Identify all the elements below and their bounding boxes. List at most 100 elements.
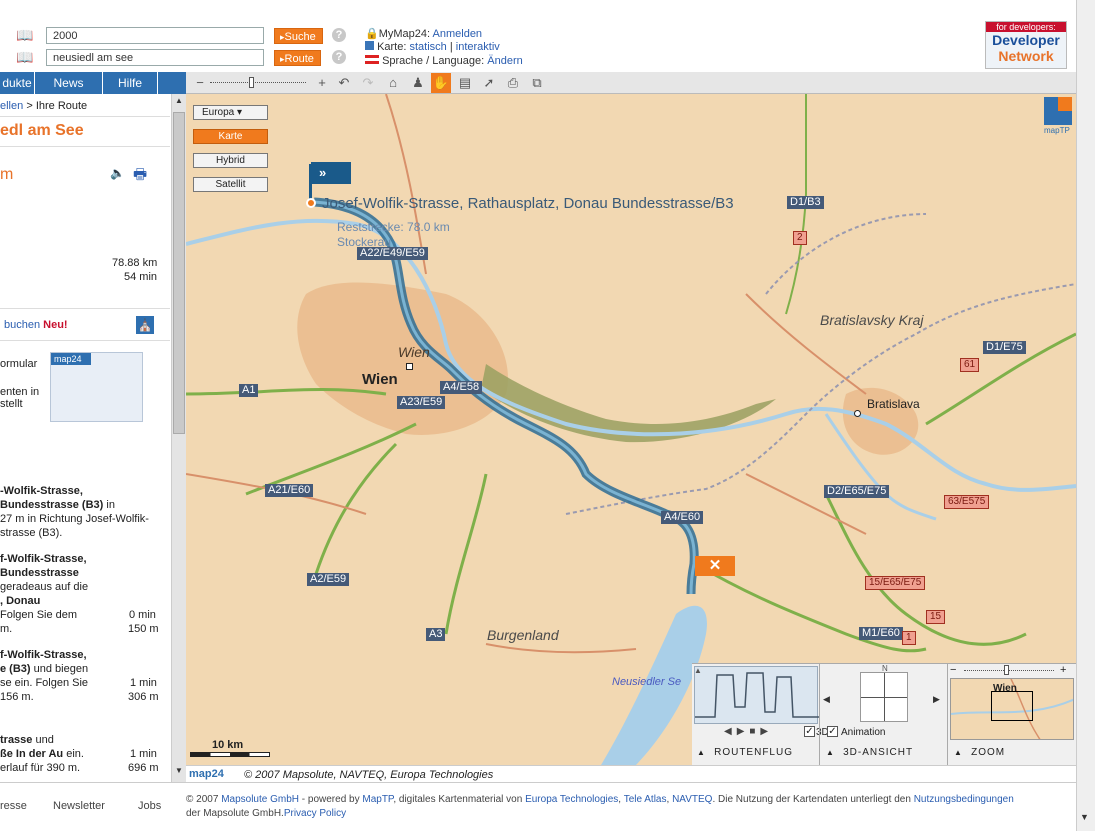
profile-line (695, 672, 819, 718)
3d-view-compass[interactable]: N (842, 664, 942, 724)
map-type-karte[interactable]: Karte (193, 129, 268, 144)
rotate-right-icon[interactable]: ▶ (933, 694, 940, 705)
footer-legal-line2: der Mapsolute GmbH.Privacy Policy (186, 808, 347, 819)
footer-jobs-link[interactable]: Jobs (138, 800, 161, 812)
rotate-left-icon[interactable]: ◀ (823, 694, 830, 705)
scroll-down-arrow[interactable]: ▼ (173, 766, 185, 778)
speaker-icon[interactable]: 🔈 (110, 166, 125, 180)
footer-legal-line1: © 2007 Mapsolute GmbH - powered by MapTP… (186, 794, 1014, 805)
select-arrow-icon[interactable]: ➚ (479, 73, 499, 93)
browser-scrollbar[interactable]: ▼ (1076, 0, 1095, 831)
step3-time: 1 min (130, 677, 157, 689)
from-input[interactable] (46, 27, 264, 44)
road-label: 1 (902, 631, 916, 645)
road-label: A22/E49/E59 (357, 247, 428, 260)
scroll-thumb[interactable] (173, 112, 185, 434)
breadcrumb-prev[interactable]: ellen (0, 100, 23, 112)
redo-icon[interactable]: ↷ (358, 73, 378, 93)
search-button[interactable]: Suche (274, 28, 323, 44)
step1-line: -Wolfik-Strasse, (0, 485, 83, 497)
footer-newsletter-link[interactable]: Newsletter (53, 800, 105, 812)
nav-produkte[interactable]: dukte (0, 72, 35, 94)
step4-line: ße In der Au ein. (0, 748, 84, 760)
map-type-hybrid[interactable]: Hybrid (193, 153, 268, 168)
hotel-icon[interactable]: ⛪ (136, 316, 154, 334)
zoom-out-icon[interactable]: − (190, 73, 210, 93)
privacy-link[interactable]: Privacy Policy (284, 808, 346, 819)
nav-news[interactable]: News (35, 72, 103, 94)
start-flag-icon[interactable]: » (311, 162, 351, 184)
route-playback-controls[interactable]: ◀▶■▶ (724, 726, 773, 737)
home-icon[interactable]: ⌂ (383, 73, 403, 93)
mini-zoom-slider[interactable] (964, 670, 1054, 671)
left-scrollbar[interactable]: ▲ ▼ (171, 94, 186, 782)
form-text: stellt (0, 398, 23, 410)
static-link[interactable]: statisch (409, 41, 446, 53)
divider (0, 308, 170, 309)
step2-line: , Donau (0, 595, 41, 607)
login-link[interactable]: Anmelden (433, 28, 483, 40)
label-wien-italic: Wien (398, 344, 430, 360)
print-icon[interactable]: ⎙ (503, 73, 523, 93)
overview-map[interactable]: Wien (950, 678, 1074, 740)
teleatlas-link[interactable]: Tele Atlas (624, 794, 667, 805)
help-icon[interactable]: ? (332, 28, 346, 42)
pan-hand-icon[interactable]: ✋ (431, 73, 451, 93)
undo-icon[interactable]: ↶ (334, 73, 354, 93)
road-label: 2 (793, 231, 807, 245)
footer-presse-link[interactable]: resse (0, 800, 27, 812)
destination-flag-icon[interactable]: ✕ (695, 556, 735, 576)
print-icon[interactable]: 🖶 (133, 164, 147, 189)
window-icon[interactable]: ⧉ (527, 73, 547, 93)
terms-link[interactable]: Nutzungsbedingungen (914, 794, 1014, 805)
zoom-slider[interactable] (210, 82, 306, 83)
compass-box[interactable] (860, 672, 908, 722)
mini-zoom-out-icon[interactable]: − (950, 664, 956, 676)
browser-scroll-down-arrow[interactable]: ▼ (1080, 812, 1089, 822)
hotel-booking-link[interactable]: buchen Neu! (4, 319, 68, 331)
map-copyright-bar: map24 © 2007 Mapsolute, NAVTEQ, Europa T… (186, 765, 1076, 783)
road-label: 15/E65/E75 (865, 576, 926, 590)
europa-link[interactable]: Europa Technologies (525, 794, 618, 805)
measure-icon[interactable]: ▤ (455, 73, 475, 93)
change-language-link[interactable]: Ändern (487, 55, 522, 67)
region-select[interactable]: Europa ▾ (193, 105, 268, 120)
step4-line: trasse und (0, 734, 54, 746)
maptp-link[interactable]: MapTP (362, 794, 393, 805)
checkbox-animation[interactable]: ✓ (827, 726, 838, 737)
route-panel-footer[interactable]: ▲ ROUTENFLUG (697, 746, 793, 758)
scroll-up-arrow[interactable]: ▲ (173, 96, 185, 108)
footer: resse Newsletter Jobs © 2007 Mapsolute G… (0, 782, 1076, 831)
nav-hilfe[interactable]: Hilfe (103, 72, 158, 94)
zoom-in-icon[interactable]: + (312, 73, 332, 93)
map-type-satellit[interactable]: Satellit (193, 177, 268, 192)
start-marker[interactable] (306, 198, 316, 208)
zoom-slider-handle[interactable] (249, 77, 254, 88)
divider (0, 340, 170, 341)
route-title: edl am See (0, 122, 84, 139)
zoom-panel-footer[interactable]: ▲ ZOOM (954, 746, 1005, 758)
mini-zoom-handle[interactable] (1004, 665, 1009, 675)
route-play-start-icon[interactable]: ▲ (694, 666, 702, 675)
region-bratislavsky: Bratislavsky Kraj (820, 312, 924, 328)
developer-network-banner[interactable]: for developers: Developer Network (985, 21, 1067, 69)
mini-zoom-in-icon[interactable]: + (1060, 664, 1066, 676)
map24-form-thumbnail[interactable]: map24 (50, 352, 143, 422)
navteq-link[interactable]: NAVTEQ (672, 794, 712, 805)
checkbox-3d[interactable]: ✓ (804, 726, 815, 737)
map-canvas[interactable]: Europa ▾ Karte Hybrid Satellit » Josef-W… (186, 94, 1076, 765)
to-input[interactable] (46, 49, 264, 66)
region-burgenland: Burgenland (487, 627, 559, 643)
mapsolute-link[interactable]: Mapsolute GmbH (221, 794, 299, 805)
route-panel: ellen > Ihre Route edl am See m 🔈 🖶 78.8… (0, 94, 171, 782)
person-icon[interactable]: ♟ (408, 73, 428, 93)
help-icon[interactable]: ? (332, 50, 346, 64)
step1-line: strasse (B3). (0, 527, 63, 539)
lock-icon: 🔒 (365, 28, 379, 40)
route-button[interactable]: Route (274, 50, 321, 66)
overview-viewport[interactable] (991, 691, 1033, 721)
3d-panel-footer[interactable]: ▲ 3D-ANSICHT (826, 746, 913, 758)
start-label: Josef-Wolfik-Strasse, Rathausplatz, Dona… (322, 195, 734, 212)
interactive-link[interactable]: interaktiv (456, 41, 500, 53)
form-link[interactable]: ormular (0, 358, 37, 370)
